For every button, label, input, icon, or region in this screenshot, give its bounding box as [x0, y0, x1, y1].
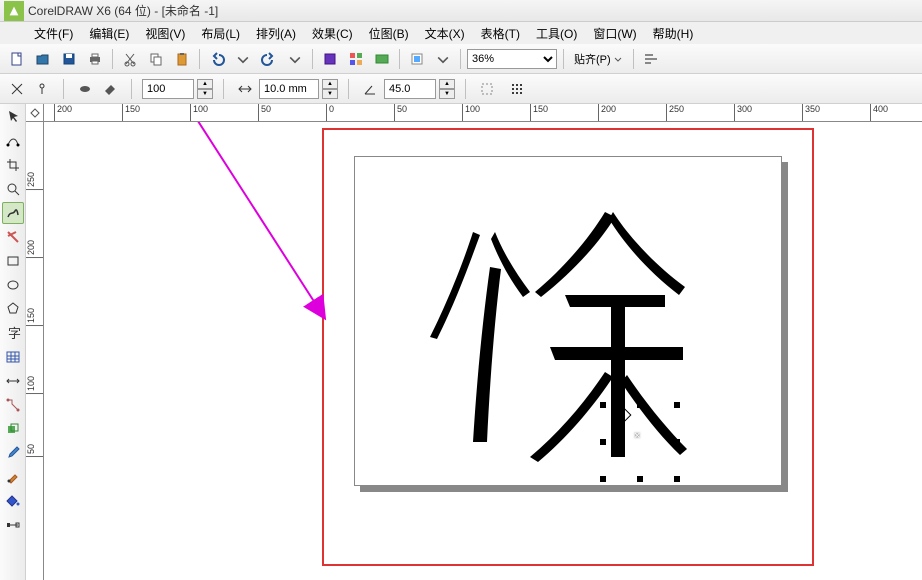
mirror-h-button[interactable] — [6, 78, 28, 100]
menu-table[interactable]: 表格(T) — [473, 23, 528, 44]
text-tool[interactable]: 字 — [2, 322, 24, 344]
fill-tool[interactable] — [2, 490, 24, 512]
menu-view[interactable]: 视图(V) — [137, 23, 193, 44]
angle-group: ▲▼ — [359, 78, 455, 100]
undo-button[interactable] — [206, 48, 228, 70]
brush-shape-round-button[interactable] — [74, 78, 96, 100]
menu-bar: 文件(F) 编辑(E) 视图(V) 布局(L) 排列(A) 效果(C) 位图(B… — [0, 22, 922, 44]
nib-size-input[interactable] — [142, 79, 194, 99]
shape-tool[interactable] — [2, 130, 24, 152]
interactive-fill-tool[interactable] — [2, 514, 24, 536]
publish-button[interactable] — [371, 48, 393, 70]
polygon-tool[interactable] — [2, 298, 24, 320]
toolbar-separator — [563, 49, 564, 69]
drawing-page[interactable]: × — [354, 156, 782, 486]
toolbar-separator — [199, 49, 200, 69]
spacing-group: ▲▼ — [234, 78, 338, 100]
crop-tool[interactable] — [2, 154, 24, 176]
ruler-origin[interactable] — [26, 104, 44, 122]
connector-tool[interactable] — [2, 394, 24, 416]
open-button[interactable] — [32, 48, 54, 70]
vertical-ruler[interactable]: 250 200 150 100 50 — [26, 122, 44, 580]
brush-shape-flat-button[interactable] — [99, 78, 121, 100]
title-bar: CorelDRAW X6 (64 位) - [未命名 -1] — [0, 0, 922, 22]
nib-size-group: ▲▼ — [142, 79, 213, 99]
print-button[interactable] — [84, 48, 106, 70]
toolbar-separator — [312, 49, 313, 69]
toolbox: 字 — [0, 104, 26, 580]
artistic-media-tool[interactable] — [2, 226, 24, 248]
standard-toolbar: 36% 贴齐(P) — [0, 44, 922, 74]
toolbar-separator — [63, 79, 64, 99]
toolbar-separator — [399, 49, 400, 69]
app-logo-icon — [4, 1, 24, 21]
property-bar: ▲▼ ▲▼ ▲▼ — [0, 74, 922, 104]
toolbar-separator — [131, 79, 132, 99]
toolbar-separator — [348, 79, 349, 99]
redo-button[interactable] — [258, 48, 280, 70]
table-tool[interactable] — [2, 346, 24, 368]
mirror-v-button[interactable] — [31, 78, 53, 100]
angle-spinner[interactable]: ▲▼ — [439, 79, 455, 99]
zoom-dropdown[interactable]: 36% — [467, 49, 557, 69]
import-button[interactable] — [319, 48, 341, 70]
horizontal-ruler[interactable]: 200 150 100 50 0 50 100 150 200 250 300 … — [44, 104, 922, 122]
toolbar-separator — [465, 79, 466, 99]
save-button[interactable] — [58, 48, 80, 70]
snap-dropdown[interactable]: 贴齐(P) — [570, 49, 627, 69]
menu-edit[interactable]: 编辑(E) — [81, 23, 137, 44]
new-button[interactable] — [6, 48, 28, 70]
angle-icon — [359, 78, 381, 100]
spacing-icon — [234, 78, 256, 100]
menu-effects[interactable]: 效果(C) — [304, 23, 361, 44]
toolbar-separator — [460, 49, 461, 69]
menu-tools[interactable]: 工具(O) — [528, 23, 585, 44]
launcher-dropdown[interactable] — [432, 48, 454, 70]
annotation-arrow — [44, 122, 344, 332]
grid-dots-button[interactable] — [506, 78, 528, 100]
ellipse-tool[interactable] — [2, 274, 24, 296]
effects-tool[interactable] — [2, 418, 24, 440]
menu-file[interactable]: 文件(F) — [26, 23, 81, 44]
eyedropper-tool[interactable] — [2, 442, 24, 464]
drawing-viewport[interactable]: × — [44, 122, 922, 580]
angle-input[interactable] — [384, 79, 436, 99]
freehand-tool[interactable] — [2, 202, 24, 224]
menu-window[interactable]: 窗口(W) — [585, 23, 644, 44]
bbox-button[interactable] — [476, 78, 498, 100]
menu-text[interactable]: 文本(X) — [417, 23, 473, 44]
artwork-character[interactable] — [355, 157, 783, 487]
toolbar-separator — [223, 79, 224, 99]
menu-help[interactable]: 帮助(H) — [645, 23, 702, 44]
workspace: 字 200 150 100 50 0 50 100 150 200 250 30… — [0, 104, 922, 580]
zoom-tool[interactable] — [2, 178, 24, 200]
redo-dropdown[interactable] — [284, 48, 306, 70]
app-launcher-button[interactable] — [406, 48, 428, 70]
nib-size-spinner[interactable]: ▲▼ — [197, 79, 213, 99]
selection-handles[interactable]: × — [600, 402, 680, 482]
outline-pen-tool[interactable] — [2, 466, 24, 488]
dimension-tool[interactable] — [2, 370, 24, 392]
toolbar-separator — [633, 49, 634, 69]
cut-button[interactable] — [119, 48, 141, 70]
menu-bitmaps[interactable]: 位图(B) — [361, 23, 417, 44]
menu-layout[interactable]: 布局(L) — [193, 23, 248, 44]
pick-tool[interactable] — [2, 106, 24, 128]
paste-button[interactable] — [171, 48, 193, 70]
spacing-input[interactable] — [259, 79, 319, 99]
copy-button[interactable] — [145, 48, 167, 70]
toolbar-separator — [112, 49, 113, 69]
options-button[interactable] — [640, 48, 662, 70]
window-title: CorelDRAW X6 (64 位) - [未命名 -1] — [28, 2, 218, 19]
spacing-spinner[interactable]: ▲▼ — [322, 79, 338, 99]
rectangle-tool[interactable] — [2, 250, 24, 272]
menu-arrange[interactable]: 排列(A) — [248, 23, 304, 44]
export-button[interactable] — [345, 48, 367, 70]
canvas-area: 200 150 100 50 0 50 100 150 200 250 300 … — [26, 104, 922, 580]
undo-dropdown[interactable] — [232, 48, 254, 70]
svg-text:字: 字 — [8, 326, 21, 341]
